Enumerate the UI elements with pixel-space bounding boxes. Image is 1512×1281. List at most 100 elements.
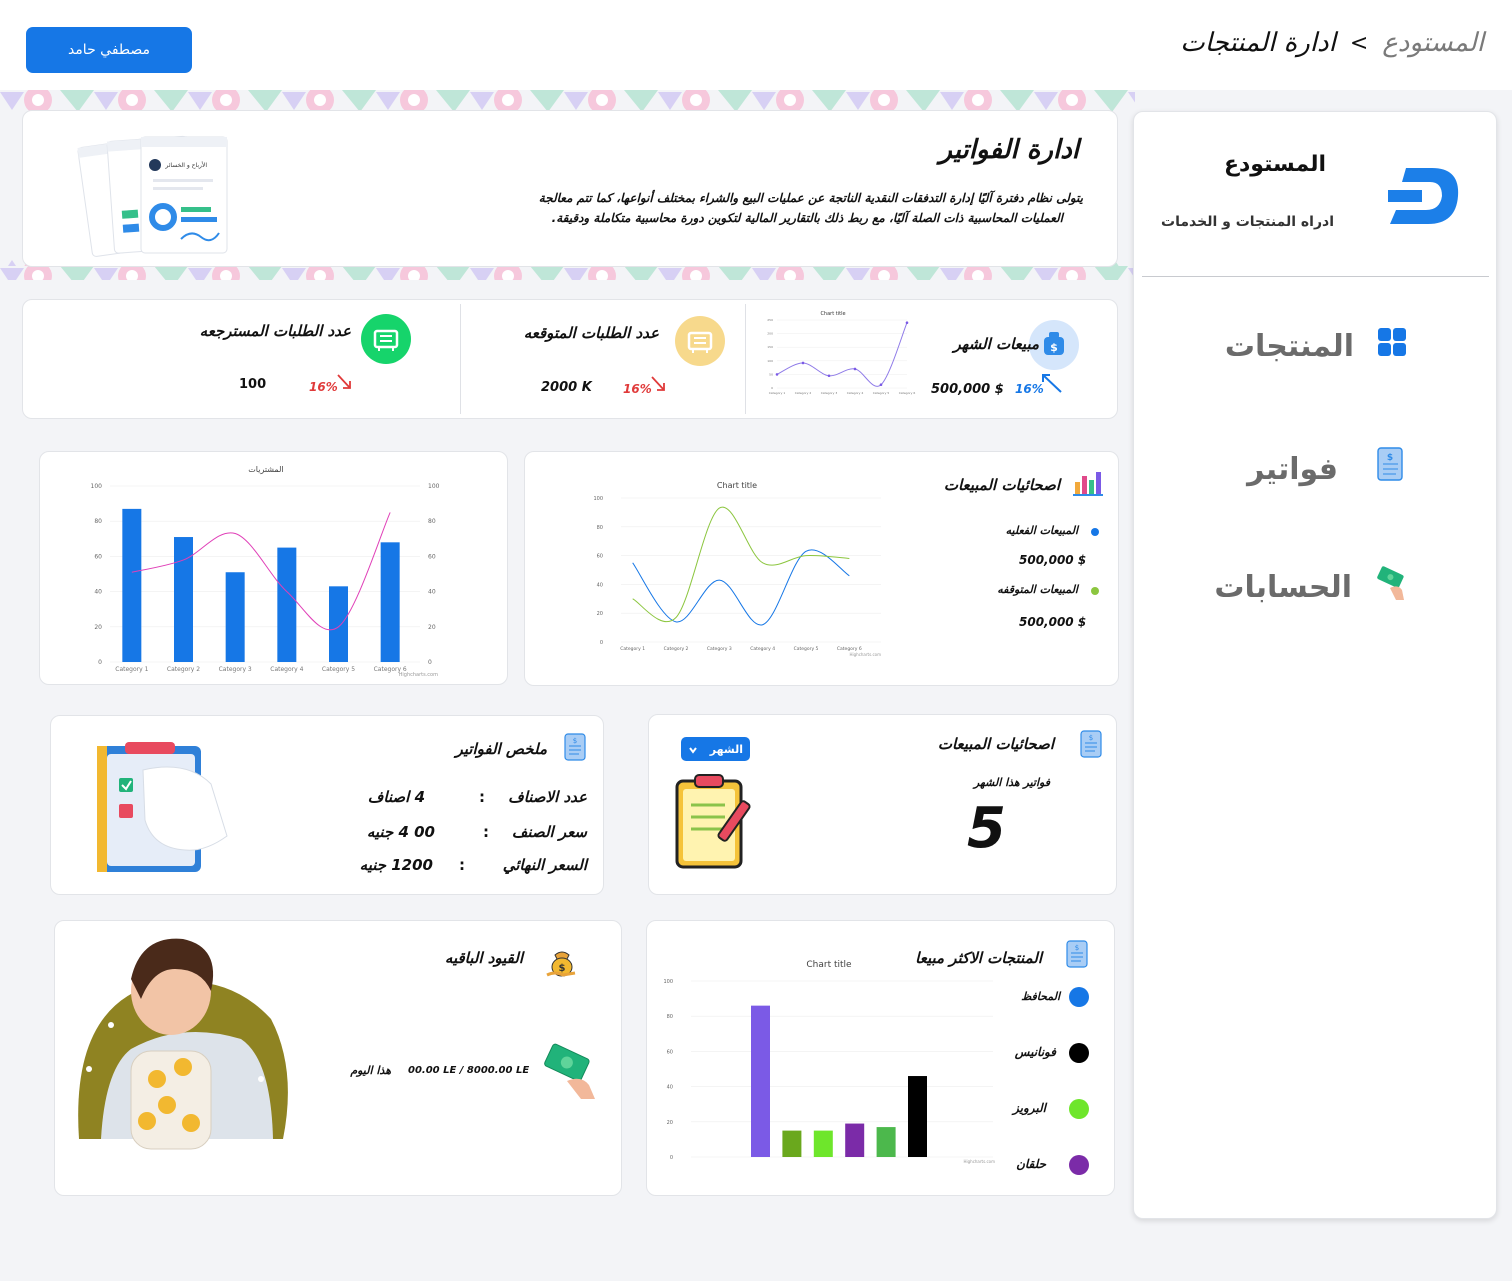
summary-row-colon: :: [479, 788, 485, 806]
sidebar-item-invoices[interactable]: $ فواتير: [1247, 446, 1408, 492]
top-products-chart: Chart title 0 20 40 60 80 100 Highcharts.com: [663, 960, 995, 1164]
legend-dot-lanterns: [1069, 1043, 1089, 1063]
x-tick-label: Category 3: [707, 646, 732, 652]
bar: [908, 1076, 927, 1157]
orders-expected-change: 16%: [623, 382, 652, 396]
invoices-summary-title: ملخص الفواتير: [455, 740, 547, 758]
y-tick-label: 40: [94, 589, 102, 596]
illustration-caption: الأرباح و الخسائر: [164, 161, 207, 169]
money-bag-icon: $: [545, 945, 579, 983]
month-sales-chart-title: Chart title: [820, 311, 845, 317]
summary-row-value: 1200 جنيه: [359, 856, 433, 874]
expected-sales-value: 500,000 $: [1019, 615, 1087, 629]
x-tick-label: Category 5: [322, 666, 355, 673]
summary-row-value: 00 4 جنيه: [366, 823, 435, 841]
invoice-icon: $: [561, 732, 589, 766]
svg-text:$: $: [1387, 453, 1393, 463]
sidebar-item-accounts[interactable]: الحسابات: [1214, 564, 1408, 610]
top-products-card: $ المنتجات الاكثر مبيعا Chart title 0 20 4…: [646, 920, 1115, 1196]
brand-title: المستودع: [1223, 152, 1326, 177]
y-tick-label: 100: [663, 979, 673, 985]
expected-sales-label: المبيعات المتوقفه: [997, 583, 1078, 596]
y-tick-label: 20: [428, 624, 436, 631]
sales-month-title: اصحائيات المبيعات: [937, 735, 1054, 753]
svg-text:$: $: [1050, 341, 1058, 354]
y-tick-label: 100: [91, 483, 103, 490]
expected-sales-dot: [1091, 587, 1099, 595]
user-button[interactable]: مصطفي حامد: [26, 27, 192, 73]
bar-chart-icon: [1073, 470, 1103, 500]
summary-row-colon: :: [483, 823, 489, 841]
clipboard-illustration: [93, 740, 243, 880]
sidebar: المستودع ادراه المنتجات و الخدمات المنتج…: [1133, 111, 1497, 1219]
actual-sales-label: المبيعات الفعليه: [1005, 524, 1078, 537]
brand-subtitle: ادراه المنتجات و الخدمات: [1161, 214, 1334, 230]
svg-text:$: $: [573, 737, 577, 745]
legend-label-lanterns: فونانيس: [1014, 1045, 1056, 1059]
remaining-title: القيود الباقيه: [444, 949, 523, 967]
legend-label-frames: البرويز: [1013, 1101, 1046, 1115]
bar: [225, 572, 245, 662]
breadcrumb: المستودع > ادارة المنتجات: [1180, 28, 1484, 58]
y-tick-label: 0: [428, 659, 432, 666]
legend-dot-wallets: [1069, 987, 1089, 1007]
banner-title: ادارة الفواتير: [939, 135, 1079, 165]
bar: [329, 586, 348, 662]
summary-row-label: عدد الاصناف: [508, 788, 587, 806]
trend-down-icon: [335, 372, 355, 396]
sidebar-item-products[interactable]: المنتجات: [1225, 326, 1408, 366]
purchases-chart-title: المشتريات: [248, 465, 283, 474]
period-dropdown[interactable]: الشهر: [681, 737, 750, 761]
x-tick-label: Category 1: [620, 646, 645, 652]
data-point: [879, 383, 883, 387]
y-tick-label: 200: [767, 332, 773, 336]
remaining-today-label: هذا اليوم: [350, 1064, 391, 1077]
x-tick-label: Category 5: [794, 646, 819, 652]
y-tick-label: 250: [767, 318, 773, 322]
bar: [174, 537, 193, 662]
x-tick-label: Category 2: [167, 666, 200, 673]
y-tick-label: 40: [597, 582, 603, 588]
purchases-chart-card: المشتريات 0 0 20 20 40 40 60 60 80 80 100 100 Categ…: [39, 451, 508, 685]
x-tick-label: Category 4: [750, 646, 775, 652]
x-tick-label: Category 5: [873, 391, 890, 395]
x-tick-label: Category 3: [219, 666, 252, 673]
reports-illustration: الأرباح و الخسائر: [77, 129, 237, 259]
grid-icon: [1376, 326, 1408, 366]
month-sales-label: مبيعات الشهر: [953, 335, 1039, 353]
chart-credit: Highcharts.com: [399, 672, 438, 678]
purchases-chart: المشتريات 0 0 20 20 40 40 60 60 80 80 100 100 Categ…: [91, 465, 440, 678]
data-point: [801, 361, 805, 365]
orders-expected-icon: [675, 316, 725, 366]
legend-label-earrings: حلقان: [1016, 1157, 1046, 1171]
y-tick-label: 0: [600, 640, 603, 646]
checklist-illustration: [671, 773, 761, 877]
y-tick-label: 40: [667, 1085, 673, 1091]
sidebar-item-label: فواتير: [1247, 451, 1338, 487]
savings-person-illustration: [71, 929, 291, 1163]
y-tick-label: 80: [667, 1014, 673, 1020]
top-bar: مصطفي حامد المستودع > ادارة المنتجات: [0, 0, 1512, 90]
remaining-entries-card: $ القيود الباقيه 00.00 LE / 8000.00 LE ه…: [54, 920, 622, 1196]
data-point: [827, 374, 831, 378]
sidebar-divider: [1142, 276, 1489, 277]
x-tick-label: Category 3: [821, 391, 838, 395]
cash-hand-icon: [537, 1041, 599, 1105]
legend-label-wallets: المحافظ: [1021, 990, 1060, 1003]
stats-card: $ مبيعات الشهر 500,000 $ 16% Chart title…: [22, 299, 1118, 419]
breadcrumb-root[interactable]: المستودع: [1382, 28, 1484, 58]
y-tick-label: 100: [767, 359, 773, 363]
y-tick-label: 100: [593, 496, 603, 502]
bar: [277, 547, 297, 662]
bar: [122, 508, 142, 662]
invoice-icon: $: [1063, 939, 1091, 973]
y-tick-label: 0: [771, 386, 773, 390]
trend-down-icon: [649, 374, 669, 398]
period-dropdown-label: الشهر: [709, 742, 743, 756]
y-tick-label: 40: [428, 589, 436, 596]
y-tick-label: 20: [94, 624, 102, 631]
trend-up-icon: [1039, 370, 1065, 400]
banner-card: ادارة الفواتير يتولى نظام دفترة آليًا إد…: [22, 110, 1118, 267]
orders-expected-value: 2000 K: [541, 380, 592, 395]
sidebar-item-label: الحسابات: [1214, 569, 1352, 605]
